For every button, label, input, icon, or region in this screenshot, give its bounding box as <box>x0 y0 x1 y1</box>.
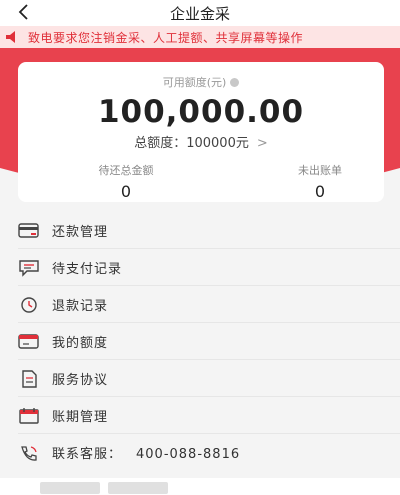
phone-icon <box>21 446 37 461</box>
menu-label: 账期管理 <box>52 410 109 425</box>
menu-item-billing-period[interactable]: 账期管理 <box>0 397 400 434</box>
notice-text: 致电要求您注销金采、人工提额、共享屏幕等操作 <box>28 31 304 45</box>
menu-label: 退款记录 <box>52 299 109 314</box>
menu-label: 我的额度 <box>52 336 109 351</box>
menu-item-my-quota[interactable]: 我的额度 <box>0 323 400 360</box>
calendar-icon <box>19 408 39 424</box>
bottom-section-peek <box>0 478 400 495</box>
menu-label: 还款管理 <box>52 225 109 240</box>
pending-value: 0 <box>120 182 132 201</box>
menu-label: 待支付记录 <box>52 262 123 277</box>
menu-label: 联系客服： <box>52 447 123 462</box>
service-phone-number[interactable]: 400-088-8816 <box>136 447 240 462</box>
notice-banner: 致电要求您注销金采、人工提额、共享屏幕等操作 <box>0 26 400 48</box>
page-title: 企业金采 <box>169 5 230 23</box>
available-amount: 100,000.00 <box>97 94 305 130</box>
menu-item-repayment[interactable]: 还款管理 <box>0 212 400 249</box>
menu-item-pending-payment[interactable]: 待支付记录 <box>0 249 400 286</box>
available-label: 可用额度(元) <box>162 76 227 89</box>
unbilled-value: 0 <box>314 182 326 201</box>
quota-card-icon <box>18 334 39 349</box>
nav-bar: 企业金采 <box>0 0 400 26</box>
eye-toggle-icon[interactable] <box>230 77 240 87</box>
unbilled-bills[interactable]: 未出账单 0 <box>260 162 380 201</box>
menu-item-service-agreement[interactable]: 服务协议 <box>0 360 400 397</box>
menu-item-refund[interactable]: 退款记录 <box>0 286 400 323</box>
unbilled-label: 未出账单 <box>298 164 342 177</box>
menu-label: 服务协议 <box>52 373 109 388</box>
chat-list-icon <box>19 260 39 277</box>
pending-repayment[interactable]: 待还总金额 0 <box>66 162 186 201</box>
card-icon <box>18 223 39 238</box>
menu-item-customer-service[interactable]: 联系客服： 400-088-8816 <box>0 434 400 471</box>
placeholder-bar <box>40 482 100 494</box>
document-icon <box>22 370 37 388</box>
refund-clock-icon <box>21 297 37 313</box>
speaker-icon <box>6 31 15 43</box>
total-quota-link[interactable]: 总额度：100000元 > <box>18 132 384 151</box>
placeholder-bar <box>108 482 168 494</box>
chevron-right-icon: > <box>256 136 268 151</box>
total-quota-label: 总额度：100000元 <box>134 136 249 151</box>
pending-label: 待还总金额 <box>98 164 154 177</box>
credit-summary-card: 可用额度(元) 100,000.00 总额度：100000元 > 待还总金额 0 … <box>18 62 384 202</box>
